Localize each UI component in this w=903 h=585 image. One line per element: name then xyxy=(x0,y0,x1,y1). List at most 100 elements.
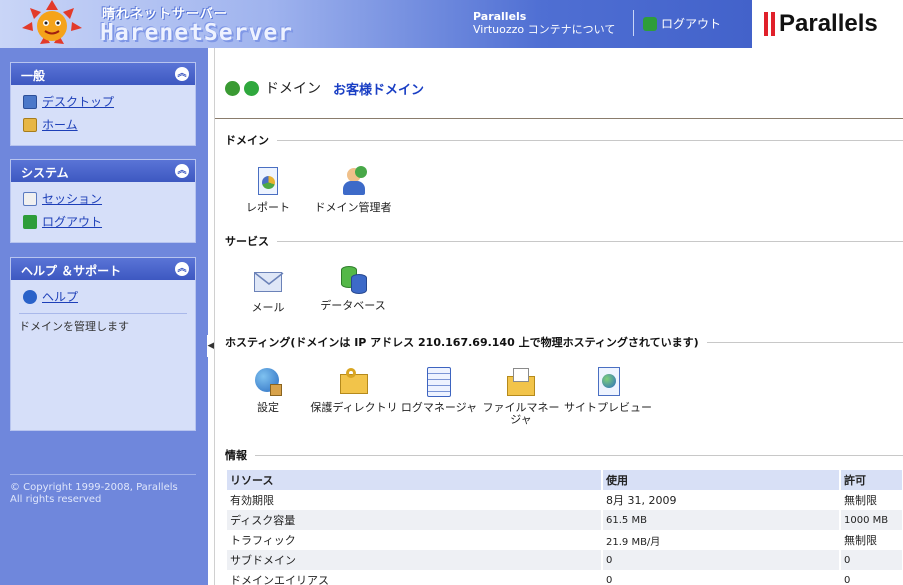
sun-mascot-logo xyxy=(22,0,82,44)
check-icon xyxy=(225,80,240,96)
site-preview-icon xyxy=(592,366,624,398)
session-icon xyxy=(23,191,37,206)
tool-protected-dirs[interactable]: 保護ディレクトリ xyxy=(309,366,399,414)
panel-help: ヘルプ ＆サポート ︽ ヘルプ ドメインを管理します xyxy=(10,257,196,431)
tool-settings-label: 設定 xyxy=(257,401,279,414)
cell-resource: トラフィック xyxy=(227,530,603,550)
cell-resource: ドメインエイリアス xyxy=(227,570,603,585)
section-hosting: ホスティング(ドメインは IP アドレス 210.167.69.140 上で物理… xyxy=(225,334,903,350)
sidebar-item-session[interactable]: セッション xyxy=(11,187,195,210)
logout-icon xyxy=(23,214,37,229)
tool-database[interactable]: データベース xyxy=(311,264,395,312)
play-icon xyxy=(244,80,259,96)
about-line-2: Virtuozzo コンテナについて xyxy=(473,23,616,36)
sidebar-item-desktop[interactable]: デスクトップ xyxy=(11,90,195,113)
tool-settings[interactable]: 設定 xyxy=(237,366,299,414)
sidebar-item-session-label[interactable]: セッション xyxy=(42,190,102,207)
col-limit: 許可 xyxy=(840,470,903,490)
report-icon xyxy=(252,166,284,198)
tool-log-manager-label: ログマネージャ xyxy=(400,401,478,414)
sidebar-item-home[interactable]: ホーム xyxy=(11,113,195,136)
collapse-icon[interactable]: ︽ xyxy=(175,262,189,276)
panel-help-title: ヘルプ ＆サポート xyxy=(21,264,122,278)
key-folder-icon xyxy=(338,366,370,398)
top-banner: 晴れネットサーバー HarenetServer Parallels Virtuo… xyxy=(0,0,903,48)
header-logout-button[interactable]: ログアウト xyxy=(643,15,721,32)
cell-usage: 8月 31, 2009 xyxy=(602,490,841,510)
sidebar-item-desktop-label[interactable]: デスクトップ xyxy=(42,93,114,110)
sidebar: 一般 ︽ デスクトップ ホーム システム ︽ セッション ログアウト ヘルプ ＆… xyxy=(0,48,208,585)
globe-settings-icon xyxy=(252,366,284,398)
sidebar-item-logout[interactable]: ログアウト xyxy=(11,210,195,233)
tool-domain-admin[interactable]: ドメイン管理者 xyxy=(311,166,395,214)
parallels-bars-icon xyxy=(764,12,775,36)
main-content: ドメイン お客様ドメイン ドメイン レポート ドメイン管理者 サービス メール xyxy=(214,48,903,585)
title-divider xyxy=(215,118,903,119)
col-usage: 使用 xyxy=(602,470,841,490)
cell-limit: 0 xyxy=(840,570,903,585)
tool-mail[interactable]: メール xyxy=(237,266,299,314)
parallels-wordmark: Parallels xyxy=(779,10,878,37)
cell-resource: 有効期限 xyxy=(227,490,603,510)
help-description: ドメインを管理します xyxy=(19,320,129,333)
cell-resource: ディスク容量 xyxy=(227,510,603,530)
file-manager-icon xyxy=(505,366,537,398)
about-line-1: Parallels xyxy=(473,10,527,23)
table-header-row: リソース 使用 許可 xyxy=(227,470,903,490)
page-title: ドメイン お客様ドメイン xyxy=(225,78,424,98)
panel-system: システム ︽ セッション ログアウト xyxy=(10,159,196,243)
page-subtitle: お客様ドメイン xyxy=(333,82,425,98)
panel-system-header[interactable]: システム ︽ xyxy=(11,160,195,182)
panel-system-title: システム xyxy=(21,166,69,180)
copyright: © Copyright 1999-2008, Parallels All rig… xyxy=(10,482,178,506)
collapse-icon[interactable]: ︽ xyxy=(175,67,189,81)
section-info: 情報 xyxy=(225,447,903,463)
home-icon xyxy=(23,117,37,132)
tool-site-preview-label: サイトプレビュー xyxy=(564,401,652,414)
tool-report-label: レポート xyxy=(246,201,290,214)
copyright-line-1: © Copyright 1999-2008, Parallels xyxy=(10,482,178,493)
sidebar-item-logout-label[interactable]: ログアウト xyxy=(42,213,102,230)
section-services-label: サービス xyxy=(225,235,269,248)
divider xyxy=(10,474,196,475)
cell-usage: 61.5 MB xyxy=(602,510,841,530)
database-icon xyxy=(337,264,369,296)
table-row: トラフィック 21.9 MB/月 無制限 xyxy=(227,530,903,550)
table-row: サブドメイン 0 0 xyxy=(227,550,903,570)
cell-limit: 無制限 xyxy=(840,490,903,510)
mail-icon xyxy=(252,266,284,298)
about-virtuozzo-link[interactable]: Parallels Virtuozzo コンテナについて xyxy=(473,10,615,36)
table-row: 有効期限 8月 31, 2009 無制限 xyxy=(227,490,903,510)
sidebar-item-home-label[interactable]: ホーム xyxy=(42,116,78,133)
header-divider xyxy=(633,10,634,36)
col-resource: リソース xyxy=(227,470,603,490)
section-services: サービス xyxy=(225,233,903,249)
cell-resource: サブドメイン xyxy=(227,550,603,570)
resource-table: リソース 使用 許可 有効期限 8月 31, 2009 無制限 ディスク容量 6… xyxy=(227,470,903,585)
brand-english-name: HarenetServer xyxy=(100,20,294,46)
section-domain-label: ドメイン xyxy=(225,134,269,147)
tool-log-manager[interactable]: ログマネージャ xyxy=(397,366,481,414)
cell-limit: 無制限 xyxy=(840,530,903,550)
cell-usage: 21.9 MB/月 xyxy=(602,530,841,550)
tool-file-manager[interactable]: ファイルマネージャ xyxy=(479,366,563,426)
table-row: ドメインエイリアス 0 0 xyxy=(227,570,903,585)
table-row: ディスク容量 61.5 MB 1000 MB xyxy=(227,510,903,530)
tool-mail-label: メール xyxy=(251,301,285,314)
cell-limit: 1000 MB xyxy=(840,510,903,530)
domain-admin-icon xyxy=(337,166,369,198)
collapse-icon[interactable]: ︽ xyxy=(175,164,189,178)
tool-site-preview[interactable]: サイトプレビュー xyxy=(563,366,653,414)
tool-report[interactable]: レポート xyxy=(237,166,299,214)
copyright-line-2: All rights reserved xyxy=(10,494,102,505)
sidebar-item-help[interactable]: ヘルプ xyxy=(11,285,195,308)
tool-file-manager-label: ファイルマネージャ xyxy=(482,401,560,426)
cell-limit: 0 xyxy=(840,550,903,570)
header-logout-label: ログアウト xyxy=(661,17,722,31)
panel-help-header[interactable]: ヘルプ ＆サポート ︽ xyxy=(11,258,195,280)
panel-general-header[interactable]: 一般 ︽ xyxy=(11,63,195,85)
sidebar-item-help-label[interactable]: ヘルプ xyxy=(42,288,78,305)
section-domain: ドメイン xyxy=(225,132,903,148)
page-title-text: ドメイン xyxy=(265,81,321,97)
tool-database-label: データベース xyxy=(320,299,386,312)
